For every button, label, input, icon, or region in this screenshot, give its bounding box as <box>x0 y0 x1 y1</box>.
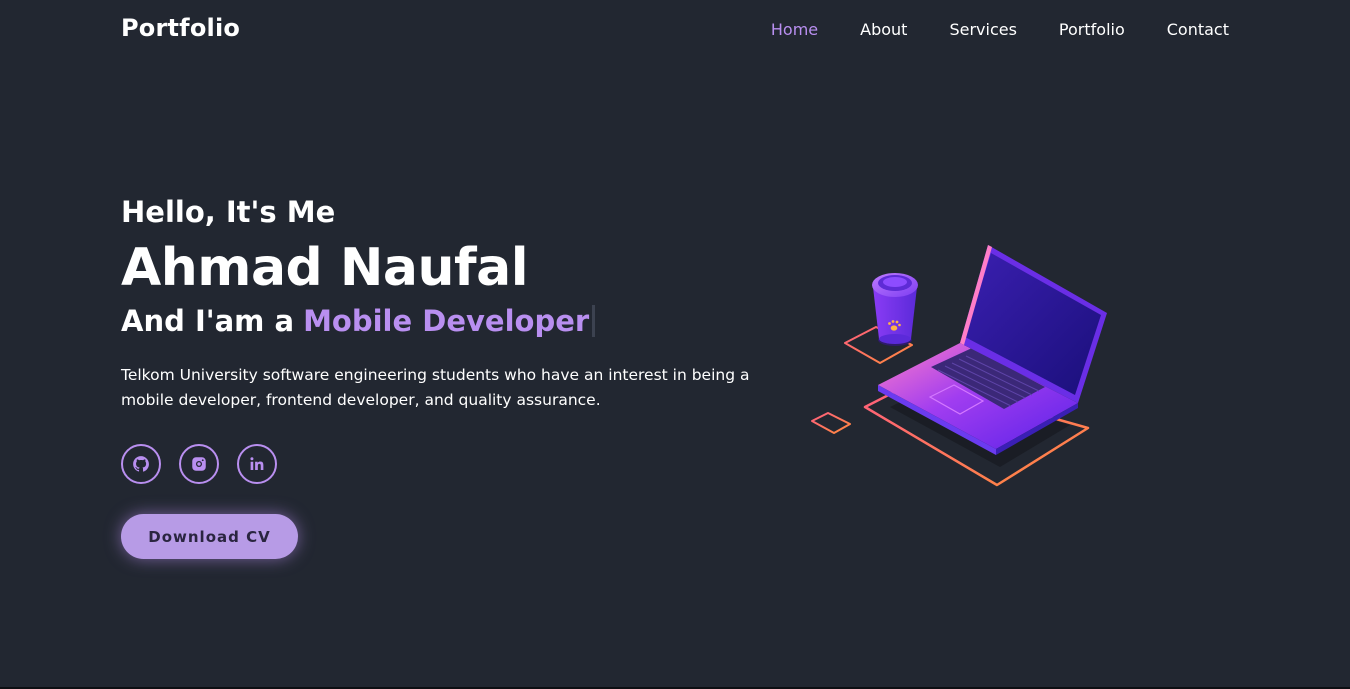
laptop-illustration <box>811 245 1107 487</box>
instagram-icon <box>192 457 206 471</box>
nav-contact[interactable]: Contact <box>1167 20 1229 39</box>
linkedin-link[interactable] <box>237 444 277 484</box>
download-cv-button[interactable]: Download CV <box>121 514 298 559</box>
hero-section: Hello, It's Me Ahmad Naufal And I'am a M… <box>121 192 761 559</box>
logo[interactable]: Portfolio <box>121 14 240 42</box>
role-prefix: And I'am a <box>121 304 295 338</box>
nav-portfolio[interactable]: Portfolio <box>1059 20 1125 39</box>
nav-services[interactable]: Services <box>949 20 1016 39</box>
linkedin-icon <box>250 457 264 470</box>
hero-greeting: Hello, It's Me <box>121 195 336 229</box>
role-highlight: Mobile Developer <box>303 304 590 338</box>
page: Portfolio Home About Services Portfolio … <box>0 0 1350 689</box>
github-link[interactable] <box>121 444 161 484</box>
hero-description: Telkom University software engineering s… <box>121 366 750 409</box>
nav-home[interactable]: Home <box>771 20 818 39</box>
instagram-link[interactable] <box>179 444 219 484</box>
header: Portfolio Home About Services Portfolio … <box>0 0 1350 62</box>
hero-role: And I'am a Mobile Developer <box>121 301 761 341</box>
hero-name: Ahmad Naufal <box>121 238 529 298</box>
github-icon <box>133 456 149 472</box>
social-links <box>121 444 761 484</box>
typing-caret <box>592 305 596 337</box>
main-nav: Home About Services Portfolio Contact <box>771 20 1229 39</box>
nav-about[interactable]: About <box>860 20 907 39</box>
